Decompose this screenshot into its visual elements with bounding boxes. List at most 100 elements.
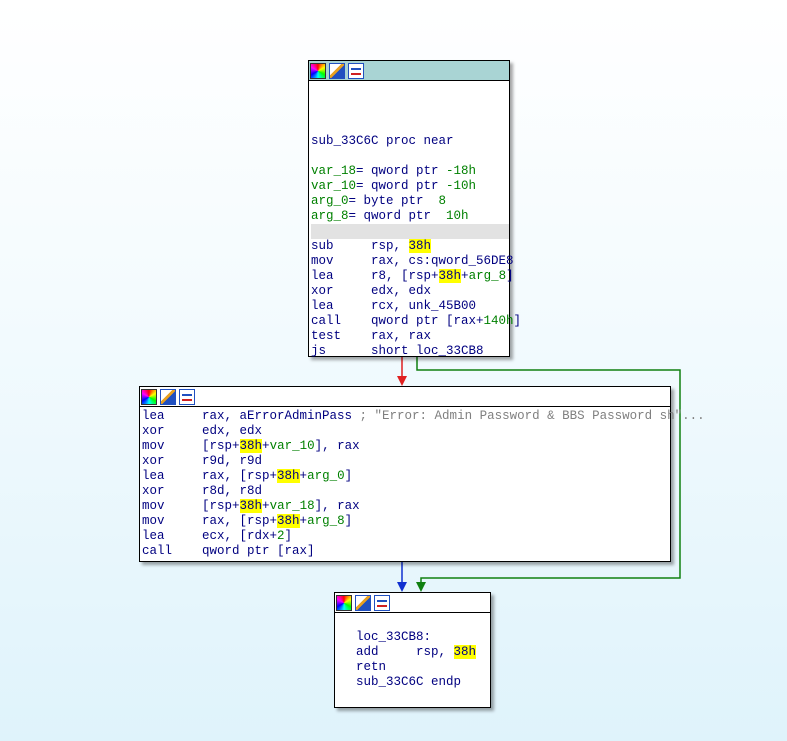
code-token: test rax, rax — [311, 329, 432, 343]
code-token: 8 — [438, 194, 447, 208]
code-line[interactable]: mov rax, [rsp+38h+arg_8] — [142, 514, 670, 529]
code-line[interactable]: sub rsp, 38h — [311, 239, 509, 254]
code-line[interactable]: arg_0= byte ptr 8 — [311, 194, 509, 209]
code-line[interactable]: var_10= qword ptr -10h — [311, 179, 509, 194]
code-line[interactable]: xor r9d, r9d — [142, 454, 670, 469]
code-line[interactable]: mov rax, cs:qword_56DE8 — [311, 254, 514, 269]
code-line[interactable]: js short loc_33CB8 — [311, 344, 509, 359]
code-token: = byte ptr — [348, 194, 439, 208]
highlighted-operand: 38h — [277, 469, 300, 483]
code-line[interactable]: lea rax, [rsp+38h+arg_0] — [142, 469, 670, 484]
code-token: var_10 — [311, 179, 357, 193]
code-token: lea r8, [rsp+ — [311, 269, 439, 283]
code-token: 140h — [483, 314, 514, 328]
code-line[interactable]: arg_8= qword ptr 10h — [311, 209, 509, 224]
code-token: mov rax, [rsp+ — [142, 514, 278, 528]
code-token: xor edx, edx — [142, 424, 263, 438]
code-token: ] — [344, 514, 353, 528]
code-line[interactable]: add rsp, 38h — [356, 645, 490, 660]
block-header[interactable] — [309, 61, 509, 81]
code-line[interactable]: sub_33C6C endp — [356, 675, 490, 690]
code-line[interactable]: xor edx, edx — [142, 424, 670, 439]
code-token: mov [rsp+ — [142, 499, 240, 513]
code-token: 2 — [277, 529, 285, 543]
code-line[interactable]: xor edx, edx — [311, 284, 509, 299]
code-line[interactable]: loc_33CB8: — [356, 630, 490, 645]
code-line[interactable] — [311, 104, 509, 119]
code-token: xor r9d, r9d — [142, 454, 263, 468]
code-token: arg_8 — [468, 269, 507, 283]
code-token: sub_33C6C proc near — [311, 134, 454, 148]
code-line[interactable] — [311, 89, 509, 104]
code-line[interactable]: mov [rsp+38h+var_10], rax — [142, 439, 670, 454]
color-palette-icon[interactable] — [336, 594, 352, 611]
code-token: var_10 — [269, 439, 315, 453]
block-error-call[interactable]: lea rax, aErrorAdminPass ; "Error: Admin… — [139, 386, 705, 562]
code-token: sub rsp, — [311, 239, 409, 253]
code-token: var_18 — [311, 164, 357, 178]
code-token: call qword ptr [rax+ — [311, 314, 484, 328]
block-sub-33c6c[interactable]: sub_33C6C proc near var_18= qword ptr -18… — [308, 60, 521, 359]
graph-overview-icon[interactable] — [374, 594, 390, 611]
code-line[interactable]: test rax, rax — [311, 329, 509, 344]
code-line[interactable]: var_18= qword ptr -18h — [311, 164, 509, 179]
code-token: lea rcx, unk_45B00 — [311, 299, 477, 313]
code-token: js short loc_33CB8 — [311, 344, 484, 358]
code-line[interactable] — [311, 119, 509, 134]
code-line[interactable]: call qword ptr [rax+140h] — [311, 314, 521, 329]
code-line[interactable]: lea rcx, unk_45B00 — [311, 299, 509, 314]
code-token: + — [262, 499, 270, 513]
code-line[interactable]: lea ecx, [rdx+2] — [142, 529, 670, 544]
color-palette-icon[interactable] — [310, 62, 326, 79]
code-token: ] — [284, 529, 293, 543]
code-token: ], rax — [314, 499, 360, 513]
block-loc-33cb8[interactable]: loc_33CB8: add rsp, 38h retn sub_33C6C endp — [334, 592, 491, 708]
code-line[interactable]: xor r8d, r8d — [142, 484, 670, 499]
code-token: + — [299, 469, 308, 483]
code-token: + — [299, 514, 308, 528]
edit-pencil-icon[interactable] — [329, 62, 345, 79]
code-token: + — [262, 439, 270, 453]
edit-pencil-icon[interactable] — [355, 594, 371, 611]
code-line[interactable]: sub_33C6C proc near — [311, 134, 509, 149]
code-token: ] — [344, 469, 353, 483]
graph-overview-icon[interactable] — [348, 62, 364, 79]
graph-overview-icon[interactable] — [179, 388, 195, 405]
highlighted-operand: 38h — [408, 239, 432, 253]
code-token: call qword ptr [rax] — [142, 544, 315, 558]
code-line[interactable]: retn — [356, 660, 490, 675]
code-token: var_18 — [269, 499, 315, 513]
code-token: mov rax, cs:qword_56DE8 — [311, 254, 514, 268]
code-token: arg_0 — [307, 469, 345, 483]
color-palette-icon[interactable] — [141, 388, 157, 405]
code-token: 10h — [446, 209, 469, 223]
code-token: lea rax, aErrorAdminPass — [142, 409, 360, 423]
edit-pencil-icon[interactable] — [160, 388, 176, 405]
code-token: + — [461, 269, 469, 283]
highlighted-operand: 38h — [239, 499, 263, 513]
code-line[interactable]: lea rax, aErrorAdminPass ; "Error: Admin… — [142, 409, 705, 424]
code-token: xor edx, edx — [311, 284, 432, 298]
code-token: arg_8 — [307, 514, 345, 528]
code-token: loc_33CB8: — [356, 630, 432, 644]
highlighted-operand: 38h — [438, 269, 462, 283]
code-line[interactable] — [311, 224, 509, 239]
code-token: sub_33C6C endp — [356, 675, 462, 689]
code-line[interactable]: lea r8, [rsp+38h+arg_8] — [311, 269, 514, 284]
code-token: arg_8 — [311, 209, 349, 223]
code-token: -18h — [446, 164, 477, 178]
edge-fallthrough[interactable] — [397, 562, 407, 592]
code-line[interactable] — [311, 149, 509, 164]
block-header[interactable] — [335, 593, 490, 613]
code-line[interactable] — [356, 615, 490, 630]
code-line[interactable]: call qword ptr [rax] — [142, 544, 670, 559]
code-token: = qword ptr — [348, 209, 447, 223]
code-token: = qword ptr — [356, 179, 447, 193]
code-token: ], rax — [314, 439, 360, 453]
edge-false-branch[interactable] — [397, 357, 407, 386]
code-token: xor r8d, r8d — [142, 484, 263, 498]
code-line[interactable]: mov [rsp+38h+var_18], rax — [142, 499, 670, 514]
highlighted-operand: 38h — [239, 439, 263, 453]
code-token: ] — [506, 269, 514, 283]
block-header[interactable] — [140, 387, 670, 407]
